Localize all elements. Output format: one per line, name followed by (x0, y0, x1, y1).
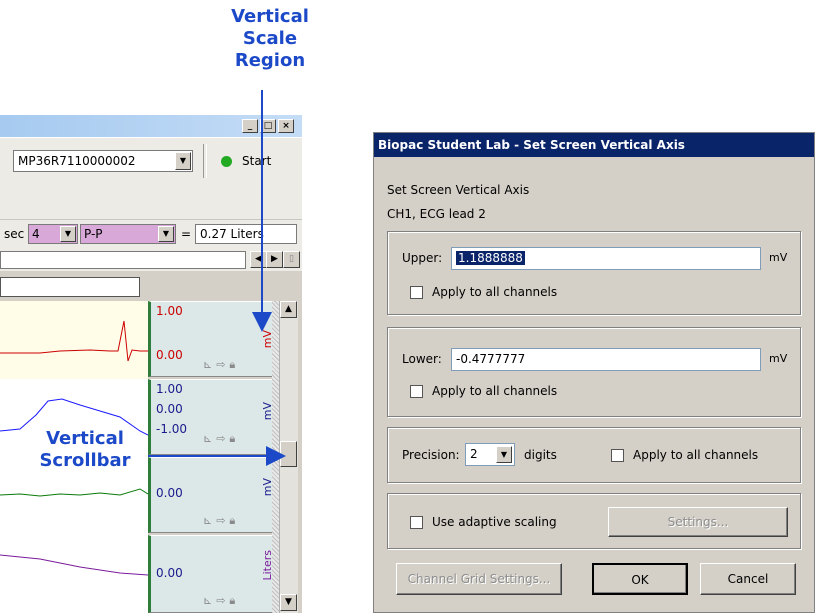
precision-group: Precision: 2 ▼ digits Apply to all chann… (387, 427, 801, 483)
lower-apply-label[interactable]: Apply to all channels (432, 384, 557, 398)
lower-input-value: -0.4777777 (456, 352, 526, 366)
upper-input-value: 1.1888888 (456, 251, 525, 265)
upper-label: Upper: (402, 251, 442, 265)
precision-label: Precision: (402, 448, 460, 462)
precision-apply-label[interactable]: Apply to all channels (633, 448, 758, 462)
upper-label-text: Upper: (402, 251, 443, 265)
callout-line-2: Scrollbar (39, 450, 131, 471)
upper-group: Upper: 1.1888888 mV Apply to all channel… (387, 231, 801, 315)
lower-label: Lower: (402, 352, 442, 366)
settings-button[interactable]: Settings... (608, 507, 788, 537)
callout-line-1: Vertical (46, 428, 124, 449)
upper-input[interactable]: 1.1888888 (451, 247, 761, 270)
precision-select[interactable]: 2 ▼ (465, 443, 515, 466)
adaptive-scaling-label[interactable]: Use adaptive scaling (432, 515, 557, 529)
precision-value: 2 (470, 447, 478, 461)
channel-grid-settings-button[interactable]: Channel Grid Settings... (396, 563, 562, 595)
channel-grid-settings-label: Channel Grid Settings... (407, 572, 551, 586)
lower-apply-checkbox[interactable] (410, 385, 423, 398)
cancel-button[interactable]: Cancel (700, 563, 796, 595)
ok-button[interactable]: OK (592, 563, 688, 595)
lower-input[interactable]: -0.4777777 (451, 348, 761, 371)
dialog-title: Biopac Student Lab - Set Screen Vertical… (374, 133, 814, 157)
lower-group: Lower: -0.4777777 mV Apply to all channe… (387, 327, 801, 417)
adaptive-scaling-checkbox[interactable] (410, 516, 423, 529)
upper-unit: mV (769, 251, 788, 264)
set-vertical-axis-dialog: Biopac Student Lab - Set Screen Vertical… (373, 132, 815, 613)
upper-apply-label[interactable]: Apply to all channels (432, 285, 557, 299)
precision-apply-checkbox[interactable] (611, 449, 624, 462)
lower-unit: mV (769, 352, 788, 365)
precision-suffix: digits (524, 448, 557, 462)
adaptive-group: Use adaptive scaling Settings... (387, 493, 801, 549)
dialog-heading: Set Screen Vertical Axis (387, 183, 530, 197)
dialog-channel-label: CH1, ECG lead 2 (387, 207, 486, 221)
callout-vertical-scrollbar: Vertical Scrollbar (30, 428, 140, 472)
cancel-button-label: Cancel (727, 572, 769, 586)
chevron-down-icon[interactable]: ▼ (496, 446, 512, 463)
upper-apply-checkbox[interactable] (410, 286, 423, 299)
settings-button-label: Settings... (667, 515, 729, 529)
ok-button-label: OK (631, 573, 649, 587)
